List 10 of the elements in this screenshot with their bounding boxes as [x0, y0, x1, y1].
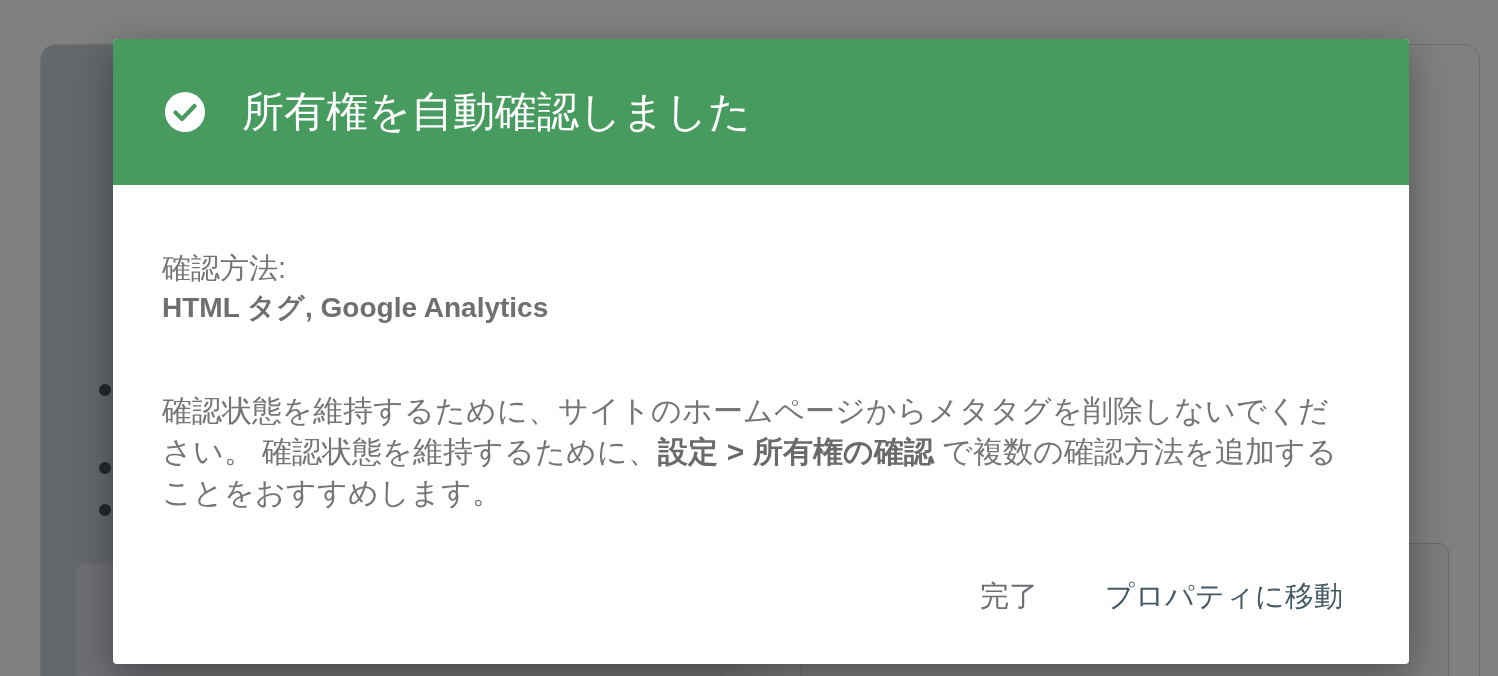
check-circle-icon — [165, 92, 205, 132]
bullet-icon — [99, 462, 111, 474]
bullet-icon — [99, 504, 111, 516]
go-to-property-button[interactable]: プロパティに移動 — [1089, 569, 1359, 625]
method-value: HTML タグ, Google Analytics — [162, 291, 550, 325]
message-text: 確認状態を維持するために、サイトのホームページからメタタグを削除しないでください。 確認状態を維持するために、設定 > 所有権の確認 で複数の確認方法を追加することをおすすめします。 — [162, 393, 1338, 511]
dialog-title: 所有権を自動確認しました — [242, 87, 751, 137]
method-label: 確認方法: — [162, 251, 288, 286]
done-button[interactable]: 完了 — [964, 569, 1054, 625]
bullet-icon — [99, 384, 111, 396]
